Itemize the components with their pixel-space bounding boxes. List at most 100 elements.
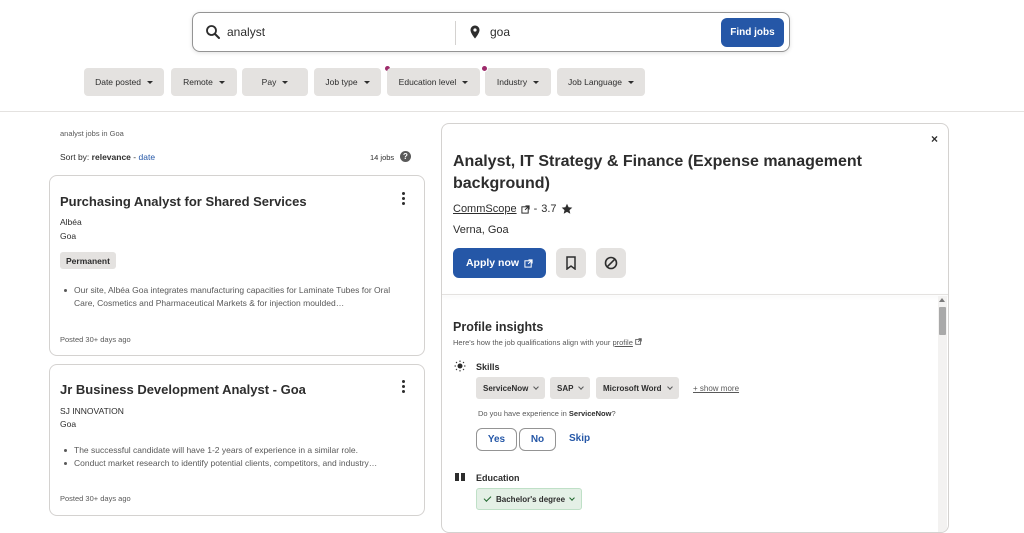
company-name: Albéa xyxy=(60,217,82,227)
education-chip[interactable]: Bachelor's degree xyxy=(476,488,583,510)
skill-chip[interactable]: ServiceNow xyxy=(476,377,546,399)
posted-date: Posted 30+ days ago xyxy=(60,494,131,503)
filter-label: Job Language xyxy=(568,77,622,87)
external-link-icon xyxy=(524,258,533,268)
company-link[interactable]: CommScope xyxy=(453,203,517,215)
filter-job-type[interactable]: Job type xyxy=(314,68,381,96)
sort-by: Sort by: relevance - date xyxy=(60,152,155,162)
skill-label: ServiceNow xyxy=(483,383,529,393)
filter-label: Job type xyxy=(325,77,358,87)
caret-down-icon xyxy=(363,80,370,84)
help-icon[interactable]: ? xyxy=(400,151,411,162)
job-snippet: Our site, Albéa Goa integrates manufactu… xyxy=(64,284,404,310)
filter-education-level[interactable]: Education level xyxy=(387,68,480,96)
skill-question: Do you have experience in ServiceNow? xyxy=(478,409,616,418)
more-options-icon[interactable] xyxy=(402,380,406,393)
bookmark-icon xyxy=(566,256,576,270)
find-jobs-button[interactable]: Find jobs xyxy=(721,18,784,47)
profile-insights-text: Here's how the job qualifications align … xyxy=(453,338,611,347)
no-button[interactable]: No xyxy=(519,428,556,451)
job-location: Goa xyxy=(60,231,77,241)
results-heading: analyst jobs in Goa xyxy=(60,129,124,138)
question-skill: ServiceNow xyxy=(568,409,612,418)
apply-label: Apply now xyxy=(465,257,520,269)
filter-job-language[interactable]: Job Language xyxy=(557,68,645,96)
detail-company: CommScope - 3.7 xyxy=(453,203,573,215)
apply-now-button[interactable]: Apply now xyxy=(453,248,546,278)
caret-down-icon xyxy=(146,80,153,84)
company-rating: 3.7 xyxy=(541,203,557,215)
snippet-line: The successful candidate will have 1-2 y… xyxy=(64,444,404,457)
where-input[interactable]: goa xyxy=(490,25,510,39)
what-input[interactable]: analyst xyxy=(227,25,265,39)
jobs-count: 14 jobs xyxy=(370,153,395,162)
company-name: SJ INNOVATION xyxy=(60,406,124,416)
block-icon xyxy=(604,256,618,270)
skill-chip[interactable]: Microsoft Word xyxy=(596,377,679,399)
external-link-icon xyxy=(520,204,530,214)
chevron-down-icon xyxy=(578,383,585,390)
star-icon xyxy=(561,203,572,214)
caret-down-icon xyxy=(627,80,634,84)
skill-label: Microsoft Word xyxy=(603,383,662,393)
filter-label: Date posted xyxy=(95,77,141,87)
sort-relevance: relevance xyxy=(91,152,131,162)
scrollbar-thumb[interactable] xyxy=(939,307,946,335)
chevron-down-icon xyxy=(569,494,575,501)
job-card[interactable]: Jr Business Development Analyst - Goa SJ… xyxy=(49,364,425,516)
snippet-line: Our site, Albéa Goa integrates manufactu… xyxy=(64,284,404,310)
caret-down-icon xyxy=(218,80,225,84)
filter-industry[interactable]: Industry xyxy=(485,68,551,96)
scroll-up-arrow-icon[interactable] xyxy=(939,298,945,302)
filter-label: Industry xyxy=(496,77,528,87)
header-divider xyxy=(0,111,1024,112)
save-job-button[interactable] xyxy=(556,248,586,278)
job-card[interactable]: Purchasing Analyst for Shared Services A… xyxy=(49,175,425,356)
filter-pay[interactable]: Pay xyxy=(242,68,308,96)
detail-job-title: Analyst, IT Strategy & Finance (Expense … xyxy=(453,153,863,192)
education-label: Education xyxy=(476,473,520,483)
check-icon xyxy=(483,494,492,502)
search-bar: analyst goa Find jobs xyxy=(192,12,790,52)
education-value: Bachelor's degree xyxy=(496,494,566,504)
posted-date: Posted 30+ days ago xyxy=(60,335,131,344)
filter-remote[interactable]: Remote xyxy=(171,68,237,96)
external-link-icon xyxy=(635,338,642,345)
job-title[interactable]: Jr Business Development Analyst - Goa xyxy=(60,382,306,397)
sort-date-link[interactable]: date xyxy=(139,152,156,162)
skip-button[interactable]: Skip xyxy=(569,433,590,444)
company-separator: - xyxy=(533,203,538,215)
job-title[interactable]: Purchasing Analyst for Shared Services xyxy=(60,194,307,209)
job-type-badge: Permanent xyxy=(60,252,116,269)
skills-label: Skills xyxy=(476,362,500,372)
skill-label: SAP xyxy=(557,383,574,393)
chevron-down-icon xyxy=(533,383,540,390)
show-more-link[interactable]: + show more xyxy=(693,384,739,393)
filter-label: Education level xyxy=(398,77,457,87)
job-location: Goa xyxy=(60,419,77,429)
search-divider xyxy=(455,21,456,45)
job-snippet: The successful candidate will have 1-2 y… xyxy=(64,444,404,470)
caret-down-icon xyxy=(282,80,289,84)
caret-down-icon xyxy=(462,80,469,84)
not-interested-button[interactable] xyxy=(596,248,626,278)
filter-label: Pay xyxy=(261,77,277,87)
sort-separator: - xyxy=(133,152,137,162)
job-detail-panel: × Analyst, IT Strategy & Finance (Expens… xyxy=(441,123,949,533)
profile-insights-subtitle: Here's how the job qualifications align … xyxy=(453,338,642,347)
chevron-down-icon xyxy=(666,383,673,390)
sort-prefix: Sort by: xyxy=(60,152,90,162)
search-icon xyxy=(206,25,220,39)
filter-label: Remote xyxy=(183,77,213,87)
filter-date-posted[interactable]: Date posted xyxy=(84,68,164,96)
snippet-line: Conduct market research to identify pote… xyxy=(64,457,404,470)
detail-location: Verna, Goa xyxy=(453,224,509,236)
book-icon xyxy=(455,473,465,481)
yes-button[interactable]: Yes xyxy=(476,428,517,451)
more-options-icon[interactable] xyxy=(402,192,406,205)
skill-chip[interactable]: SAP xyxy=(550,377,591,399)
profile-insights-title: Profile insights xyxy=(453,320,544,334)
caret-down-icon xyxy=(533,80,540,84)
profile-link[interactable]: profile xyxy=(612,338,632,347)
close-icon[interactable]: × xyxy=(931,132,938,146)
